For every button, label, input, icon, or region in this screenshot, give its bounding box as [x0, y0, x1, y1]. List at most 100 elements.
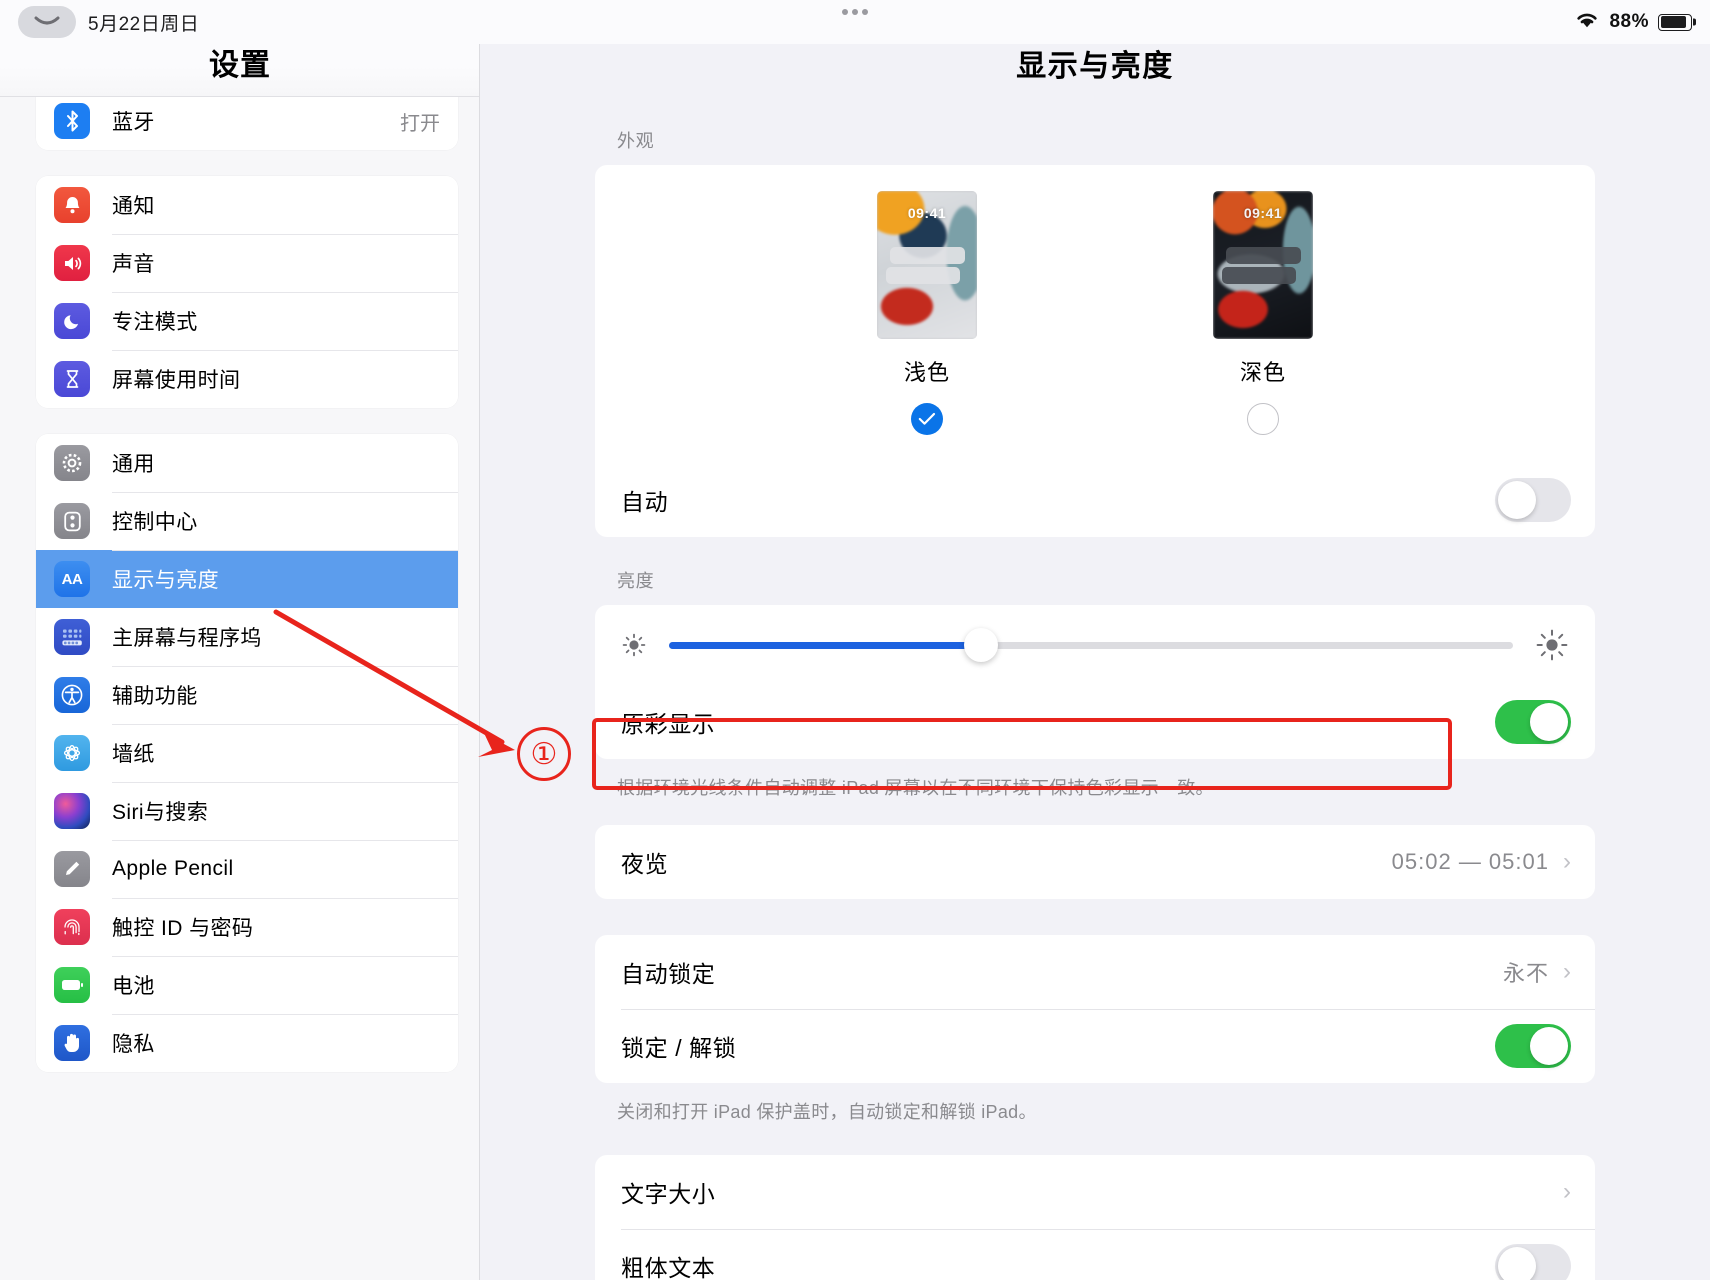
sidebar-item-label: 隐私 — [112, 1033, 155, 1056]
true-tone-toggle[interactable] — [1495, 700, 1571, 744]
battery-icon — [1658, 13, 1692, 31]
bold-text-toggle[interactable] — [1495, 1244, 1571, 1280]
accessibility-icon — [54, 677, 90, 713]
sidebar-item-siri-search[interactable]: Siri与搜索 — [36, 782, 458, 840]
sidebar-item-notifications[interactable]: 通知 — [36, 176, 458, 234]
annotation-step-number: ① — [530, 737, 558, 771]
chevron-right-icon: › — [1563, 848, 1571, 876]
brightness-slider-track[interactable] — [669, 628, 1513, 662]
sidebar-item-wallpaper[interactable]: 墙纸 — [36, 724, 458, 782]
sidebar-item-focus[interactable]: 专注模式 — [36, 292, 458, 350]
speaker-icon — [54, 245, 90, 281]
row-right — [1495, 1244, 1571, 1280]
hourglass-icon — [54, 361, 90, 397]
settings-sidebar: 设置 蓝牙 打开 通知 声音 专注模式 屏幕使用时间 通用 控制中心 AA 显示… — [0, 0, 480, 1280]
page-title: 显示与亮度 — [1016, 50, 1174, 83]
row-label: 锁定 / 解锁 — [621, 1035, 737, 1062]
row-bold-text[interactable]: 粗体文本 — [595, 1229, 1595, 1280]
section-header-brightness: 亮度 — [617, 571, 655, 591]
sidebar-item-apple-pencil[interactable]: Apple Pencil — [36, 840, 458, 898]
brightness-slider-row[interactable] — [595, 605, 1595, 685]
preview-time-light: 09:41 — [907, 205, 947, 221]
sidebar-item-label: Siri与搜索 — [112, 801, 209, 824]
ipad-settings-screen: 5月22日周日 88% 设置 蓝牙 打开 通知 声音 专注模式 屏幕使用时间 通… — [0, 0, 1710, 1280]
sidebar-item-screentime[interactable]: 屏幕使用时间 — [36, 350, 458, 408]
row-right: 05:02 — 05:01 › — [1392, 849, 1571, 875]
lock-unlock-toggle[interactable] — [1495, 1024, 1571, 1069]
multitasking-dots-icon[interactable] — [842, 9, 868, 15]
sidebar-item-label: 通用 — [112, 453, 155, 476]
section-header-appearance: 外观 — [617, 131, 655, 151]
sidebar-scroll-area[interactable]: 蓝牙 打开 通知 声音 专注模式 屏幕使用时间 通用 控制中心 AA 显示与亮度… — [0, 92, 479, 1280]
sidebar-item-label: 显示与亮度 — [112, 569, 219, 592]
row-label: 文字大小 — [621, 1181, 716, 1208]
row-appearance-auto[interactable]: 自动 — [595, 463, 1595, 537]
sidebar-item-general[interactable]: 通用 — [36, 434, 458, 492]
night-shift-card: 夜览 05:02 — 05:01 › — [595, 825, 1595, 900]
sidebar-item-label: 墙纸 — [112, 743, 155, 766]
dynamic-pill-icon — [18, 6, 76, 38]
row-lock-unlock[interactable]: 锁定 / 解锁 — [595, 1009, 1595, 1083]
theme-option-dark[interactable]: 09:41 深色 — [1213, 191, 1313, 435]
light-mode-radio-selected[interactable] — [911, 403, 943, 435]
row-label: 自动锁定 — [621, 961, 716, 988]
sun-large-icon — [1535, 628, 1569, 662]
status-bar-date: 5月22日周日 — [88, 13, 200, 35]
appearance-card: 09:41 浅色 09:41 深色 自动 — [595, 165, 1595, 537]
sidebar-item-bluetooth[interactable]: 蓝牙 打开 — [36, 92, 458, 150]
row-label: 原彩显示 — [621, 711, 716, 737]
theme-chooser: 09:41 浅色 09:41 深色 — [595, 191, 1595, 441]
sidebar-item-accessibility[interactable]: 辅助功能 — [36, 666, 458, 724]
light-mode-preview: 09:41 — [877, 191, 977, 339]
battery-percent-label: 88% — [1609, 11, 1649, 32]
battery-icon — [54, 967, 90, 1003]
row-right: › — [1563, 1180, 1571, 1204]
sidebar-item-privacy[interactable]: 隐私 — [36, 1014, 458, 1072]
siri-icon — [54, 793, 90, 829]
row-right — [1495, 1024, 1571, 1069]
dark-mode-label: 深色 — [1239, 360, 1286, 385]
display-brightness-panel: 显示与亮度 外观 09:41 浅色 09:41 深色 自动 亮度 原彩显示 根据… — [480, 0, 1710, 1280]
light-mode-label: 浅色 — [903, 360, 950, 385]
main-scroll-area[interactable]: 外观 09:41 浅色 09:41 深色 自动 亮度 原彩显示 根据环境光线条件… — [480, 97, 1710, 1280]
status-bar: 5月22日周日 88% — [0, 0, 1710, 44]
theme-option-light[interactable]: 09:41 浅色 — [877, 191, 977, 435]
pencil-icon — [54, 851, 90, 887]
status-bar-left: 5月22日周日 — [0, 6, 199, 38]
row-night-shift[interactable]: 夜览 05:02 — 05:01 › — [595, 825, 1595, 899]
bell-icon — [54, 187, 90, 223]
row-auto-lock[interactable]: 自动锁定 永不 › — [595, 935, 1595, 1009]
row-right — [1495, 700, 1571, 744]
sidebar-item-battery[interactable]: 电池 — [36, 956, 458, 1014]
flower-icon — [54, 735, 90, 771]
row-label: 粗体文本 — [621, 1255, 716, 1280]
sidebar-item-display-brightness[interactable]: AA 显示与亮度 — [36, 550, 458, 608]
row-label: 夜览 — [621, 851, 669, 878]
sidebar-item-label: 蓝牙 — [112, 111, 155, 134]
annotation-step-badge: ① — [517, 727, 571, 781]
preview-time-dark: 09:41 — [1243, 205, 1283, 221]
sidebar-group-system: 通用 控制中心 AA 显示与亮度 主屏幕与程序坞 辅助功能 墙纸 Siri与搜索… — [36, 434, 458, 1072]
moon-icon — [54, 303, 90, 339]
sidebar-item-label: 电池 — [112, 975, 155, 998]
dark-mode-preview: 09:41 — [1213, 191, 1313, 339]
sidebar-item-label: Apple Pencil — [112, 857, 234, 880]
sidebar-item-home-screen-dock[interactable]: 主屏幕与程序坞 — [36, 608, 458, 666]
sidebar-item-label: 辅助功能 — [112, 685, 198, 708]
brightness-card: 原彩显示 — [595, 605, 1595, 759]
text-card: 文字大小 › 粗体文本 — [595, 1155, 1595, 1280]
row-text-size[interactable]: 文字大小 › — [595, 1155, 1595, 1229]
row-true-tone[interactable]: 原彩显示 — [595, 685, 1595, 759]
sidebar-item-label: 主屏幕与程序坞 — [112, 627, 262, 650]
hand-icon — [54, 1025, 90, 1061]
auto-appearance-toggle[interactable] — [1495, 478, 1571, 522]
chevron-right-icon: › — [1563, 958, 1571, 986]
status-bar-right: 88% — [1574, 0, 1692, 44]
lock-footer-text: 关闭和打开 iPad 保护盖时，自动锁定和解锁 iPad。 — [617, 1102, 1037, 1123]
sidebar-item-touch-id-passcode[interactable]: 触控 ID 与密码 — [36, 898, 458, 956]
auto-lock-value: 永不 — [1502, 961, 1549, 987]
sidebar-item-label: 屏幕使用时间 — [112, 369, 241, 392]
sidebar-item-sounds[interactable]: 声音 — [36, 234, 458, 292]
sidebar-item-control-center[interactable]: 控制中心 — [36, 492, 458, 550]
dark-mode-radio-unselected[interactable] — [1247, 403, 1279, 435]
